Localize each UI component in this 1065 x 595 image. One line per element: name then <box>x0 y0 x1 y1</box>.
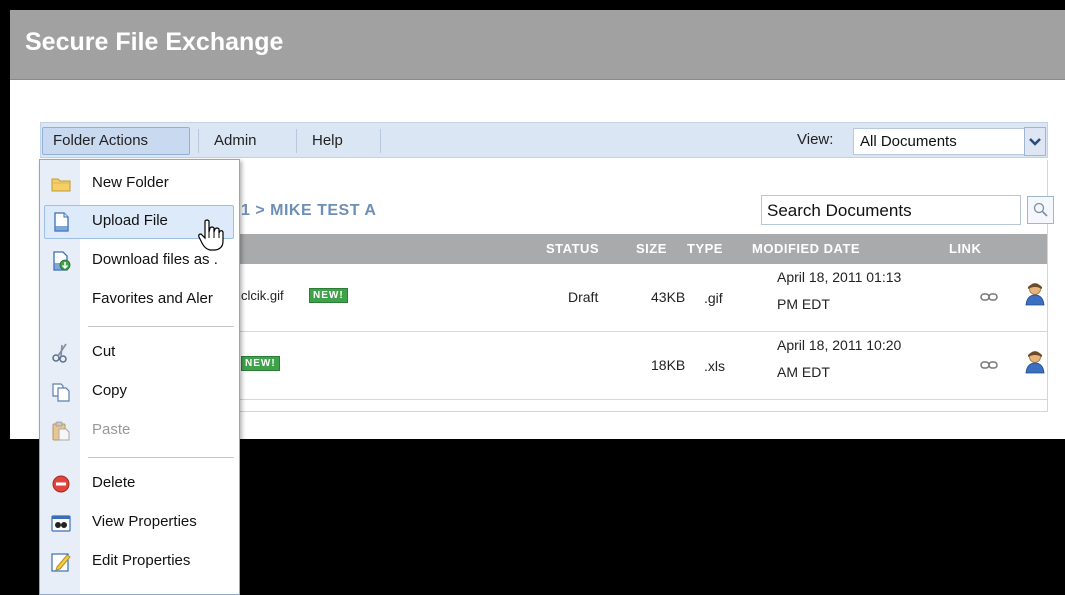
menu-item-new-folder[interactable]: New Folder <box>40 166 239 201</box>
hand-cursor-icon <box>198 219 224 251</box>
menu-item-label: Favorites and Aler <box>92 290 213 307</box>
menu-divider <box>380 129 381 153</box>
folder-icon <box>51 178 71 192</box>
date-line-2: PM EDT <box>777 296 830 312</box>
col-modified-date[interactable]: MODIFIED DATE <box>752 241 860 256</box>
new-badge: NEW! <box>241 356 280 371</box>
copy-icon <box>52 383 70 402</box>
col-status[interactable]: STATUS <box>546 241 599 256</box>
menu-item-label: Copy <box>92 382 128 399</box>
date-line-2: AM EDT <box>777 364 830 380</box>
menu-divider <box>296 129 297 153</box>
menu-divider <box>198 129 199 153</box>
file-name[interactable]: clcik.gif <box>241 288 284 303</box>
date-line-1: April 18, 2011 01:13 <box>777 269 902 285</box>
menu-item-edit-properties[interactable]: Edit Properties <box>40 544 239 579</box>
user-icon[interactable] <box>1025 350 1045 374</box>
search-icon <box>1033 202 1048 217</box>
properties-icon <box>51 515 71 532</box>
menu-item-view-properties[interactable]: View Properties <box>40 505 239 540</box>
view-select-value: All Documents <box>860 133 957 150</box>
view-label: View: <box>797 131 834 148</box>
download-icon <box>53 251 71 271</box>
col-type[interactable]: TYPE <box>687 241 723 256</box>
type-cell: .gif <box>704 290 723 306</box>
menu-item-label: Cut <box>92 343 116 360</box>
menu-item-label: Download files as . <box>92 251 218 268</box>
date-line-1: April 18, 2011 10:20 <box>777 337 902 353</box>
menu-item-label: Edit Properties <box>92 552 191 569</box>
menu-item-label: New Folder <box>92 174 169 191</box>
scissors-icon <box>52 343 67 363</box>
menu-admin[interactable]: Admin <box>214 131 257 151</box>
modified-date-cell: April 18, 2011 01:13 PM EDT <box>777 264 947 318</box>
search-input-value: Search Documents <box>767 201 912 220</box>
modified-date-cell: April 18, 2011 10:20 AM EDT <box>777 332 947 386</box>
status-cell: Draft <box>568 289 599 305</box>
menu-folder-actions[interactable]: Folder Actions <box>53 131 148 151</box>
menu-item-label: View Properties <box>92 513 197 530</box>
chevron-down-icon <box>1029 138 1041 146</box>
menu-bar: Folder Actions Admin Help View: All Docu… <box>40 122 1048 158</box>
menu-divider <box>88 326 234 327</box>
paste-icon <box>52 421 70 441</box>
delete-icon <box>52 475 70 493</box>
search-input[interactable]: Search Documents <box>761 195 1021 225</box>
title-bar: Secure File Exchange <box>10 10 1065 80</box>
edit-icon <box>51 553 71 572</box>
col-link: LINK <box>949 241 982 256</box>
menu-divider <box>88 457 234 458</box>
size-cell: 18KB <box>651 357 686 373</box>
menu-help[interactable]: Help <box>312 131 343 151</box>
new-badge: NEW! <box>309 288 348 303</box>
app-title: Secure File Exchange <box>25 28 284 56</box>
menu-item-paste: Paste <box>40 413 239 448</box>
user-icon[interactable] <box>1025 282 1045 306</box>
app-window: Secure File Exchange Folder Actions Admi… <box>10 10 1065 595</box>
col-size[interactable]: SIZE <box>636 241 667 256</box>
view-select[interactable]: All Documents <box>853 128 1031 155</box>
menu-item-label: Delete <box>92 474 136 491</box>
menu-item-favorites-alerts[interactable]: Favorites and Aler <box>40 282 239 317</box>
link-icon[interactable] <box>980 292 998 302</box>
menu-item-label: Paste <box>92 421 131 438</box>
view-dropdown-button[interactable] <box>1024 127 1046 156</box>
breadcrumb[interactable]: 1 > MIKE TEST A <box>241 202 376 220</box>
menu-item-delete[interactable]: Delete <box>40 466 239 501</box>
menu-item-label: Upload File <box>92 212 168 229</box>
size-cell: 43KB <box>651 289 686 305</box>
search-button[interactable] <box>1027 196 1054 224</box>
menu-item-cut[interactable]: Cut <box>40 335 239 370</box>
menu-item-copy[interactable]: Copy <box>40 374 239 409</box>
type-cell: .xls <box>704 358 725 374</box>
document-icon <box>54 212 69 232</box>
link-icon[interactable] <box>980 360 998 370</box>
